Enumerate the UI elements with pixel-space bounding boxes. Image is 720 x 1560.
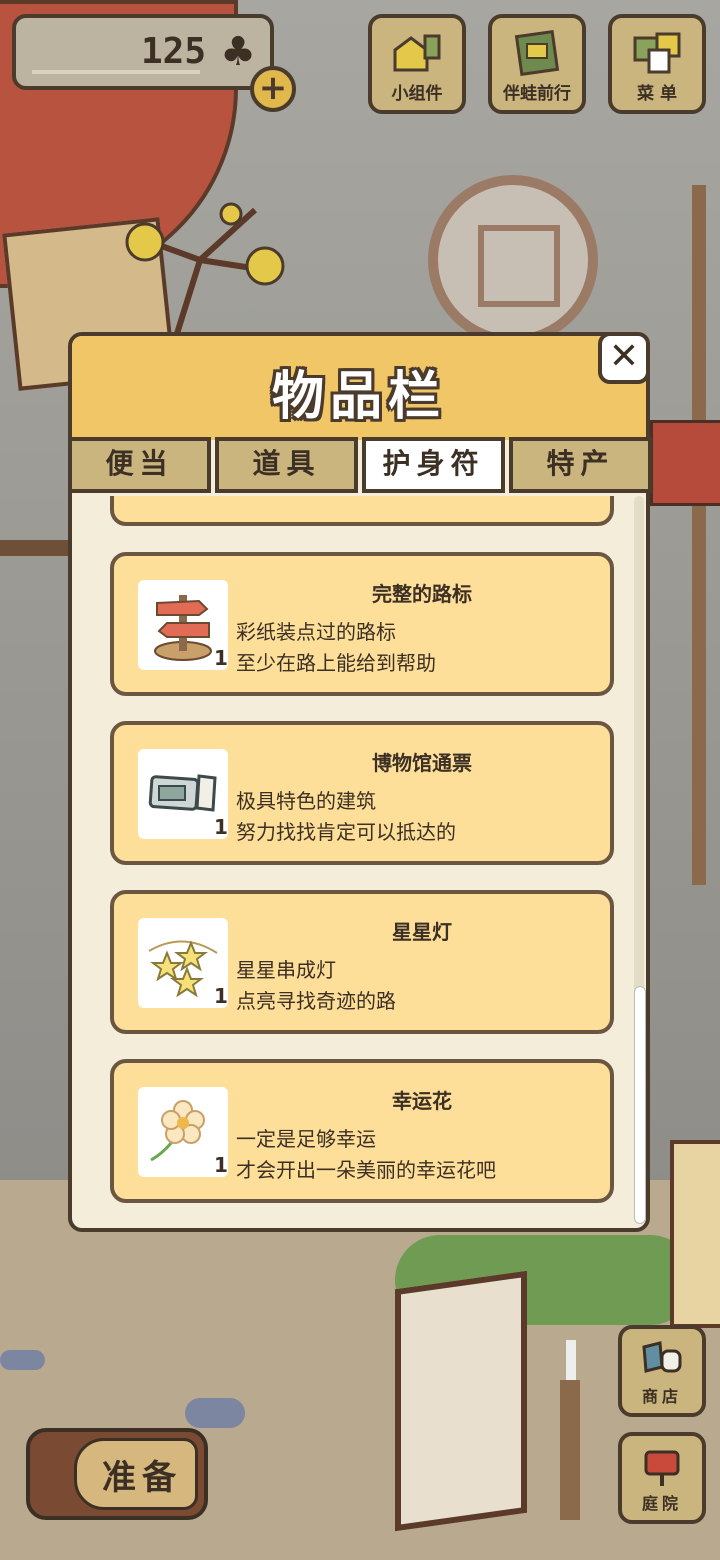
- menu-icon: [633, 32, 681, 74]
- widget-label: 小组件: [391, 84, 443, 104]
- item-quantity: 1: [214, 815, 228, 839]
- star-lamp-icon: [148, 940, 218, 998]
- item-name: 幸运花: [392, 1089, 452, 1113]
- item-card-partial[interactable]: [110, 496, 614, 526]
- folding-screen: [395, 1270, 527, 1532]
- item-name: 博物馆通票: [372, 751, 472, 775]
- clover-icon: ♣: [220, 29, 256, 75]
- ticket-icon: [148, 774, 217, 812]
- item-description: 点亮寻找奇迹的路: [236, 989, 396, 1013]
- album-icon: [514, 30, 560, 76]
- prepare-button[interactable]: 准备: [26, 1428, 208, 1520]
- rock: [185, 1398, 245, 1428]
- menu-label: 菜 单: [637, 84, 677, 104]
- item-description: 至少在路上能给到帮助: [236, 651, 436, 675]
- clover-count: 125: [140, 31, 206, 72]
- item-description: 才会开出一朵美丽的幸运花吧: [236, 1158, 496, 1182]
- tab-tools[interactable]: 道具: [215, 437, 358, 493]
- menu-button[interactable]: 菜 单: [608, 14, 706, 114]
- scrollbar-thumb[interactable]: [634, 986, 646, 1224]
- candle: [552, 1340, 588, 1520]
- item-card[interactable]: 1 星星灯 星星串成灯 点亮寻找奇迹的路: [110, 890, 614, 1034]
- tab-charms[interactable]: 护身符: [362, 437, 505, 493]
- add-clover-button[interactable]: +: [250, 66, 296, 112]
- clover-counter: 125 ♣: [12, 14, 274, 90]
- prepare-label: 准备: [102, 1458, 182, 1498]
- panel-title: 物品栏: [271, 367, 446, 427]
- shop-button[interactable]: 商店: [618, 1325, 706, 1417]
- hut: [670, 1140, 720, 1328]
- mailbox-icon: [644, 1450, 680, 1486]
- yard-button[interactable]: 庭院: [618, 1432, 706, 1524]
- shop-label: 商店: [641, 1387, 682, 1406]
- inventory-tabs: 便当 道具 护身符 特产: [68, 437, 652, 493]
- item-description: 一定是足够幸运: [236, 1127, 376, 1151]
- item-description: 星星串成灯: [236, 958, 336, 982]
- clover-bar: [32, 70, 200, 74]
- item-name: 星星灯: [392, 920, 452, 944]
- yard-label: 庭院: [641, 1494, 682, 1513]
- panel-header: 物品栏: [72, 336, 646, 440]
- lucky-flower-icon: [150, 1100, 205, 1162]
- item-list[interactable]: 1 完整的路标 彩纸装点过的路标 至少在路上能给到帮助 1 博物馆通票 极具特色…: [72, 496, 632, 1222]
- round-window: [428, 175, 598, 345]
- tab-bento[interactable]: 便当: [68, 437, 211, 493]
- pole: [692, 185, 706, 885]
- rock: [0, 1350, 45, 1370]
- travel-button[interactable]: 伴蛙前行: [488, 14, 586, 114]
- close-button[interactable]: ✕: [598, 332, 650, 384]
- item-description: 极具特色的建筑: [236, 789, 376, 813]
- tab-specialties[interactable]: 特产: [509, 437, 652, 493]
- item-card[interactable]: 1 博物馆通票 极具特色的建筑 努力找找肯定可以抵达的: [110, 721, 614, 865]
- item-description: 努力找找肯定可以抵达的: [236, 820, 456, 844]
- item-quantity: 1: [214, 1153, 228, 1177]
- widget-icon: [393, 34, 441, 72]
- item-name: 完整的路标: [372, 582, 472, 606]
- item-quantity: 1: [214, 984, 228, 1008]
- red-box: [650, 420, 720, 506]
- signpost-icon: [154, 595, 212, 661]
- travel-label: 伴蛙前行: [503, 84, 571, 104]
- shop-icon: [642, 1341, 682, 1373]
- plum-branch: [125, 202, 285, 340]
- item-card[interactable]: 1 幸运花 一定是足够幸运 才会开出一朵美丽的幸运花吧: [110, 1059, 614, 1203]
- widget-button[interactable]: 小组件: [368, 14, 466, 114]
- item-quantity: 1: [214, 646, 228, 670]
- item-description: 彩纸装点过的路标: [236, 620, 396, 644]
- item-card[interactable]: 1 完整的路标 彩纸装点过的路标 至少在路上能给到帮助: [110, 552, 614, 696]
